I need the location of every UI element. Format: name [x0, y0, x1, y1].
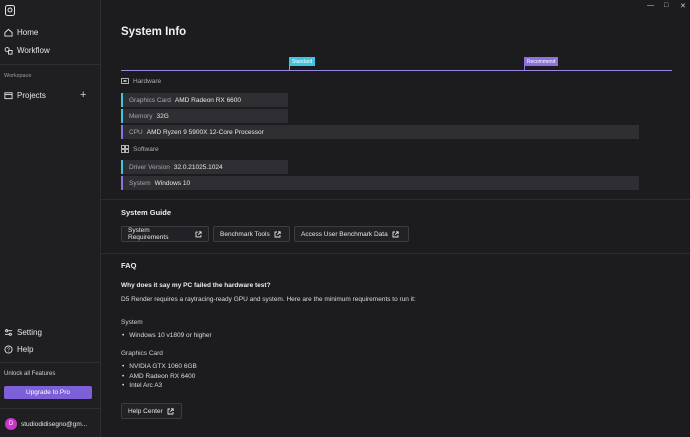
hardware-row-memory: Memory 32G	[121, 109, 288, 123]
row-value: Windows 10	[154, 179, 191, 187]
system-guide-heading: System Guide	[121, 208, 172, 217]
home-icon	[4, 28, 13, 37]
workflow-icon	[4, 47, 13, 55]
sliders-icon	[4, 329, 13, 336]
button-label: Help Center	[128, 407, 163, 415]
software-icon	[121, 145, 129, 153]
list-item: NVIDIA GTX 1060 6GB	[122, 363, 197, 370]
level-bar	[121, 176, 123, 190]
level-bar	[121, 125, 123, 139]
divider	[101, 253, 690, 254]
faq-answer: D5 Render requires a raytracing-ready GP…	[121, 296, 416, 303]
divider	[0, 408, 100, 409]
external-link-icon	[274, 230, 281, 237]
level-bar	[121, 160, 123, 174]
faq-system-label: System	[121, 319, 143, 326]
hardware-icon	[121, 78, 129, 84]
divider	[0, 362, 100, 363]
unlock-features-text: Unlock all Features	[4, 371, 56, 377]
divider	[0, 64, 100, 65]
software-row-driver: Driver Version 32.0.21025.1024	[121, 160, 288, 174]
button-label: System Requirements	[128, 227, 169, 241]
nav-projects-label: Projects	[17, 91, 46, 100]
faq-gpu-label: Graphics Card	[121, 350, 163, 357]
add-project-icon[interactable]: +	[80, 90, 86, 101]
nav-help[interactable]: ? Help	[4, 345, 33, 354]
faq-question: Why does it say my PC failed the hardwar…	[121, 282, 271, 289]
row-label: System	[129, 179, 151, 187]
nav-home-label: Home	[17, 28, 39, 37]
upgrade-button[interactable]: Upgrade to Pro	[4, 386, 92, 399]
hardware-row-gpu: Graphics Card AMD Radeon RX 6600	[121, 93, 288, 107]
row-value: 32G	[156, 112, 169, 120]
divider	[101, 199, 690, 200]
help-center-button[interactable]: Help Center	[121, 403, 182, 419]
button-label: Benchmark Tools	[220, 230, 270, 238]
nav-setting-label: Setting	[17, 328, 42, 337]
list-item: Windows 10 v1809 or higher	[122, 332, 211, 339]
minimize-icon[interactable]: —	[647, 2, 654, 9]
nav-setting[interactable]: Setting	[4, 328, 42, 337]
row-label: Graphics Card	[129, 96, 171, 104]
row-label: Memory	[129, 112, 153, 120]
faq-heading: FAQ	[121, 261, 137, 270]
level-ruler	[121, 70, 672, 71]
access-benchmark-data-button[interactable]: Access User Benchmark Data	[294, 226, 409, 242]
hardware-heading-label: Hardware	[133, 78, 162, 85]
external-link-icon	[392, 230, 399, 237]
user-email[interactable]: studiodidisegno@gm...	[21, 421, 87, 428]
help-icon: ?	[4, 345, 13, 354]
close-icon[interactable]: ✕	[680, 2, 686, 10]
list-item: Intel Arc A3	[122, 382, 162, 389]
external-link-icon	[195, 230, 202, 237]
nav-home[interactable]: Home	[4, 28, 38, 37]
external-link-icon	[167, 407, 174, 414]
software-heading-label: Software	[133, 145, 159, 153]
benchmark-tools-button[interactable]: Benchmark Tools	[213, 226, 290, 242]
software-heading: Software	[121, 145, 159, 153]
row-value: AMD Ryzen 9 5900X 12-Core Processor	[146, 128, 264, 136]
avatar[interactable]: D	[5, 418, 17, 430]
nav-projects[interactable]: Projects	[4, 91, 46, 100]
button-label: Access User Benchmark Data	[301, 230, 388, 238]
recommend-tag: Recommend	[524, 57, 559, 66]
app-logo-icon	[5, 5, 15, 16]
standard-tag: Standard	[289, 57, 316, 66]
nav-help-label: Help	[17, 345, 34, 354]
row-label: CPU	[129, 128, 143, 136]
row-value: 32.0.21025.1024	[173, 163, 223, 171]
sidebar: Home Workflow Workspace Projects + Setti…	[0, 0, 101, 437]
workspace-label: Workspace	[4, 73, 32, 79]
nav-workflow[interactable]: Workflow	[4, 46, 50, 55]
maximize-icon[interactable]: □	[664, 2, 668, 9]
nav-workflow-label: Workflow	[17, 46, 50, 55]
folder-icon	[4, 92, 13, 100]
hardware-row-cpu: CPU AMD Ryzen 9 5900X 12-Core Processor	[121, 125, 639, 139]
software-row-system: System Windows 10	[121, 176, 639, 190]
row-label: Driver Version	[129, 163, 170, 171]
level-bar	[121, 93, 123, 107]
row-value: AMD Radeon RX 6600	[174, 96, 242, 104]
page-title: System Info	[121, 26, 187, 38]
system-requirements-button[interactable]: System Requirements	[121, 226, 209, 242]
svg-text:?: ?	[7, 348, 10, 354]
level-bar	[121, 109, 123, 123]
hardware-heading: Hardware	[121, 78, 161, 85]
list-item: AMD Radeon RX 6400	[122, 373, 195, 380]
